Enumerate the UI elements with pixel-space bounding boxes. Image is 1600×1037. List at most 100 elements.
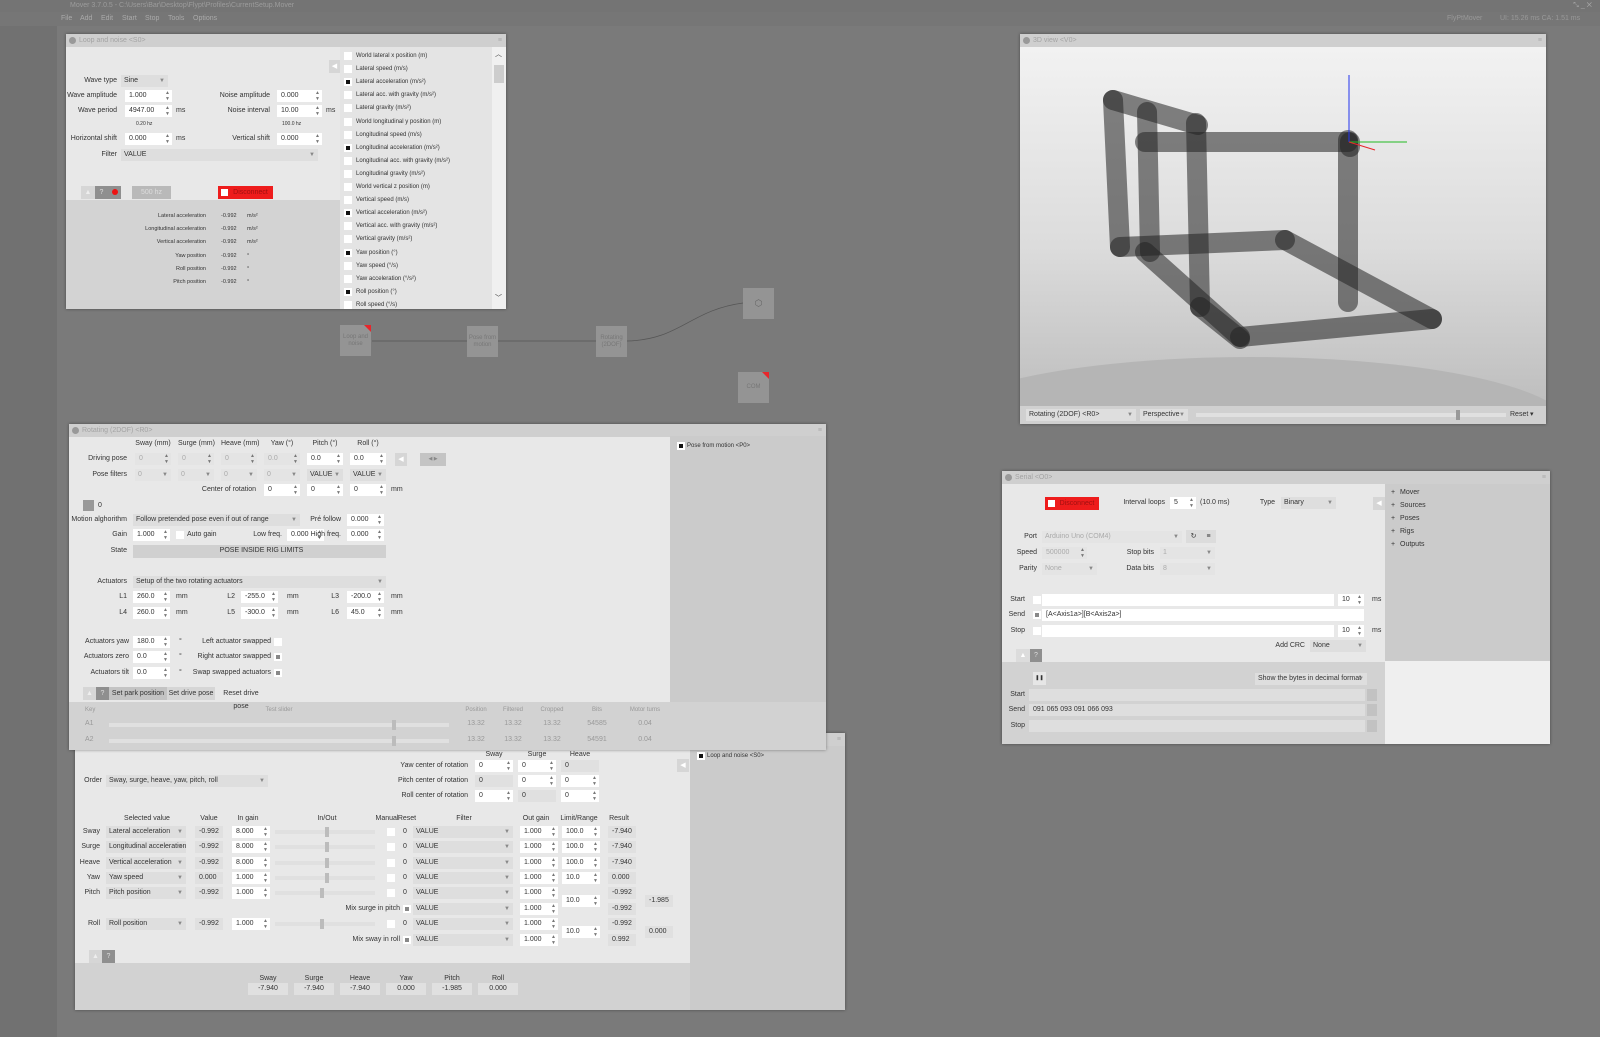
spinner-arrows-icon[interactable]: ▲ ▼ [263,918,268,930]
collapse-panel-button[interactable]: ◀ [329,60,340,73]
center-of-rotation-input[interactable]: 0 ▲ ▼ [350,484,386,496]
step-buttons[interactable]: ◀ ▶ [420,453,446,466]
spinner-arrows-icon[interactable]: ▲ ▼ [551,826,556,838]
output-item[interactable]: World longitudinal y position (m) [344,116,490,128]
output-item[interactable]: World vertical z position (m) [344,181,490,193]
out-gain-input[interactable]: 1.000 ▲ ▼ [520,887,558,899]
test-slider-thumb[interactable] [392,736,396,746]
spinner-arrows-icon[interactable]: ▲ ▼ [263,887,268,899]
spinner-arrows-icon[interactable]: ▲ ▼ [293,453,298,465]
spinner-arrows-icon[interactable]: ▲ ▼ [549,775,554,787]
node-3d-view[interactable]: ⬡ [743,288,774,319]
cor-input[interactable]: 0 ▲ ▼ [518,760,556,772]
limit-input[interactable]: 10.0 ▲ ▼ [562,872,600,884]
selected-value-select[interactable]: Longitudinal acceleration ▼ [106,841,186,853]
pose-filter-select[interactable]: VALUE ▼ [307,469,343,481]
manual-checkbox[interactable] [387,843,395,851]
rig-select[interactable]: Rotating (2DOF) <R0> ▼ [1026,409,1136,421]
menu-icon[interactable]: ≡ [498,34,502,47]
driving-pose-input[interactable]: 0 ▲ ▼ [135,453,171,465]
collapse-panel-button[interactable]: ◀ [1373,497,1385,510]
test-slider[interactable] [109,736,449,746]
output-item[interactable]: Roll speed (°/s) [344,299,490,309]
filter-select[interactable]: VALUE ▼ [413,918,513,930]
node-com-output[interactable]: COM [738,372,769,403]
menu-icon[interactable]: ≡ [1542,471,1546,484]
selected-value-select[interactable]: Lateral acceleration ▼ [106,826,186,838]
send-checkbox[interactable] [1033,611,1041,619]
mix-checkbox[interactable] [403,905,411,913]
limit-input[interactable]: 100.0 ▲ ▼ [562,841,600,853]
spinner-arrows-icon[interactable]: ▲ ▼ [551,903,556,915]
spinner-arrows-icon[interactable]: ▲ ▼ [593,857,598,869]
tree-item-poses[interactable]: + Poses [1391,513,1491,525]
spinner-arrows-icon[interactable]: ▲ ▼ [336,484,341,496]
node-loop-and-noise[interactable]: Loop and noise [340,325,371,356]
spinner-arrows-icon[interactable]: ▲ ▼ [1357,594,1362,606]
stop-string-input[interactable] [1042,625,1334,637]
spinner-arrows-icon[interactable]: ▲ ▼ [263,826,268,838]
3d-scene[interactable] [1020,47,1546,409]
tree-item-rigs[interactable]: + Rigs [1391,526,1491,538]
output-checkbox[interactable] [344,78,352,87]
pause-button[interactable]: ❚❚ [1033,672,1046,685]
selected-value-select[interactable]: Roll position ▼ [106,918,186,930]
output-item[interactable]: Vertical acc. with gravity (m/s²) [344,220,490,232]
output-item[interactable]: Lateral speed (m/s) [344,63,490,75]
node-rotating-2dof[interactable]: Rotating (2DOF) [596,326,627,357]
in-gain-input[interactable]: 8.000 ▲ ▼ [232,857,270,869]
selected-value-select[interactable]: Yaw speed ▼ [106,872,186,884]
monitor-send-button[interactable] [1367,704,1377,716]
help-button[interactable]: ? [1030,649,1042,662]
noise-amplitude-input[interactable]: 0.000 ▲ ▼ [277,90,322,102]
spinner-arrows-icon[interactable]: ▲ ▼ [551,872,556,884]
selected-value-select[interactable]: Vertical acceleration ▼ [106,857,186,869]
collapse-up-button[interactable]: ▲ [81,186,95,199]
spinner-arrows-icon[interactable]: ▲ ▼ [377,529,382,541]
mix-checkbox[interactable] [403,936,411,944]
cor-input[interactable]: 0 ▲ ▼ [561,790,599,802]
output-item[interactable]: Vertical speed (m/s) [344,194,490,206]
spinner-arrows-icon[interactable]: ▲ ▼ [551,918,556,930]
output-checkbox[interactable] [344,287,352,296]
cor-input[interactable]: 0 ▲ ▼ [561,775,599,787]
spinner-arrows-icon[interactable]: ▲ ▼ [592,775,597,787]
refresh-ports-button[interactable]: ↻ [1186,530,1201,543]
limit-input[interactable]: 100.0 ▲ ▼ [562,857,600,869]
output-checkbox[interactable] [344,183,352,191]
cor-input[interactable]: 0 ▲ ▼ [518,775,556,787]
collapse-up-button[interactable]: ▲ [83,687,96,700]
menu-icon[interactable]: ≡ [1538,34,1542,47]
length-input[interactable]: 45.0 ▲ ▼ [347,607,384,619]
spinner-arrows-icon[interactable]: ▲ ▼ [263,841,268,853]
output-checkbox[interactable] [344,117,352,126]
collapse-panel-button[interactable]: ◀ [677,759,689,772]
output-item[interactable]: Yaw acceleration (°/s²) [344,273,490,285]
in-out-thumb[interactable] [325,873,329,883]
output-checkbox[interactable] [344,274,352,283]
out-gain-input[interactable]: 1.000 ▲ ▼ [520,934,558,946]
spinner-arrows-icon[interactable]: ▲ ▼ [164,453,169,465]
output-checkbox[interactable] [344,65,352,74]
output-item[interactable]: Yaw speed (°/s) [344,260,490,272]
manual-checkbox[interactable] [387,859,395,867]
in-gain-input[interactable]: 8.000 ▲ ▼ [232,841,270,853]
in-gain-input[interactable]: 8.000 ▲ ▼ [232,826,270,838]
spinner-arrows-icon[interactable]: ▲ ▼ [377,514,382,526]
roll-limit-input[interactable]: 10.0 ▲ ▼ [562,926,600,938]
spinner-arrows-icon[interactable]: ▲ ▼ [315,90,320,102]
filter-select[interactable]: VALUE ▼ [413,887,513,899]
in-gain-input[interactable]: 1.000 ▲ ▼ [232,872,270,884]
spinner-arrows-icon[interactable]: ▲ ▼ [551,857,556,869]
pose-filter-select[interactable]: 0 ▼ [178,469,214,481]
output-checkbox[interactable] [344,169,352,178]
center-of-rotation-input[interactable]: 0 ▲ ▼ [307,484,343,496]
reset-value[interactable]: 0 [403,872,407,884]
wave-type-select[interactable]: Sine ▼ [121,75,168,87]
spinner-arrows-icon[interactable]: ▲ ▼ [336,453,341,465]
menu-icon[interactable]: ≡ [837,733,841,746]
spinner-arrows-icon[interactable]: ▲ ▼ [593,841,598,853]
output-item[interactable]: Vertical gravity (m/s²) [344,233,490,245]
pitch-limit-input[interactable]: 10.0 ▲ ▼ [562,895,600,907]
window-title-bar[interactable]: Loop and noise <S0> ≡ [66,34,506,47]
